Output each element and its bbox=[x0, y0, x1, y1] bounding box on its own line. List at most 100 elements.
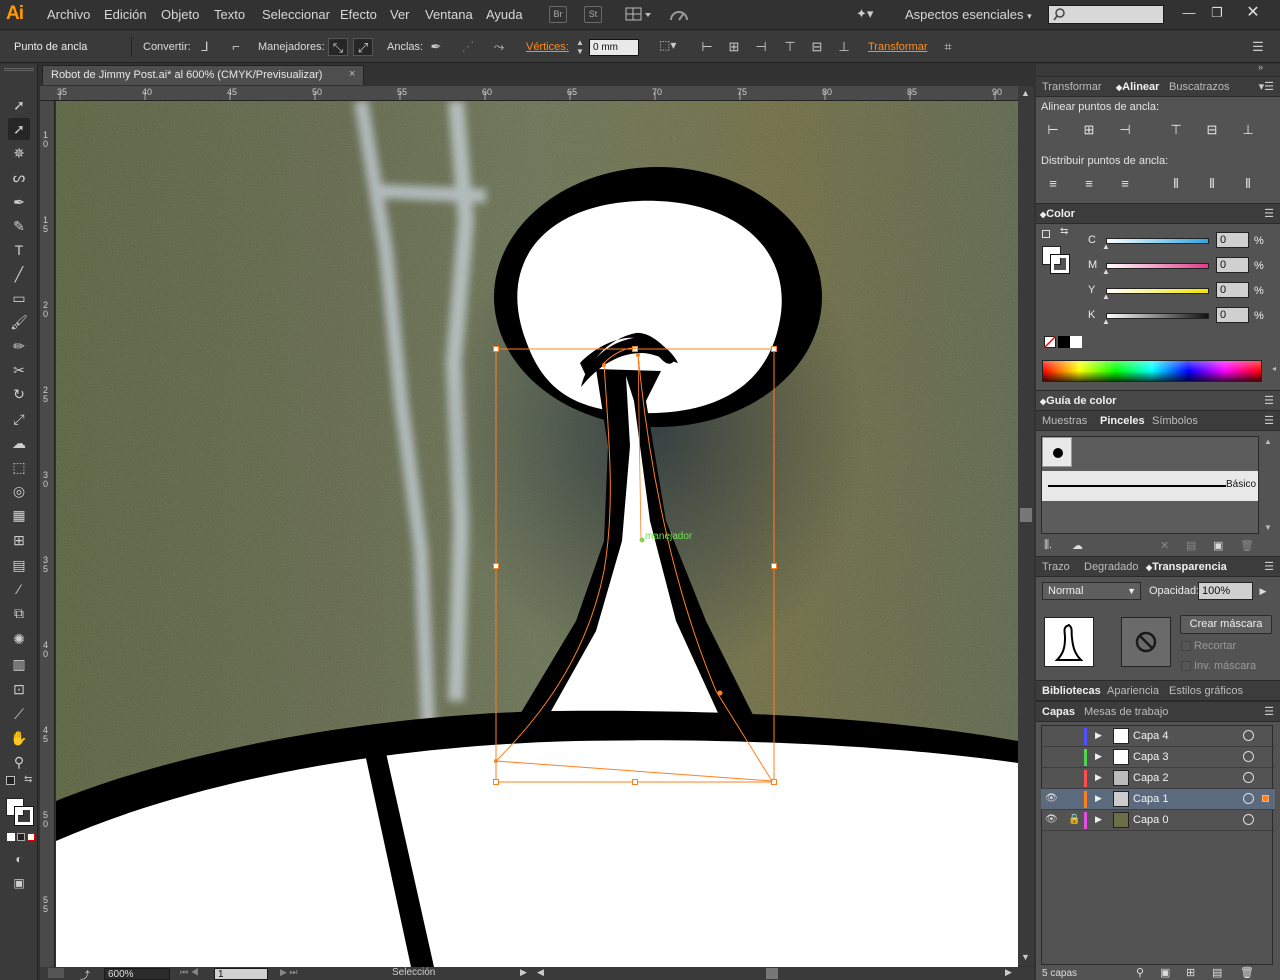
stock-button[interactable]: St bbox=[584, 6, 602, 23]
collapse-dock-icon[interactable]: » bbox=[1258, 62, 1263, 72]
make-mask-button[interactable]: Crear máscara bbox=[1180, 615, 1272, 634]
slice-tool-icon[interactable]: ⟋ bbox=[8, 703, 30, 725]
distribute-right-icon[interactable]: ⫴ bbox=[1239, 175, 1257, 193]
slider-handle-icon[interactable]: ▲ bbox=[1102, 292, 1110, 301]
vertices-label[interactable]: Vértices: bbox=[526, 41, 569, 53]
artboard-tool-icon[interactable]: ⊡ bbox=[8, 678, 30, 700]
cut-path-icon[interactable]: ⤳ bbox=[489, 38, 509, 56]
slider-handle-icon[interactable]: ▲ bbox=[1102, 317, 1110, 326]
menu-objeto[interactable]: Objeto bbox=[161, 7, 199, 22]
workspace-switcher[interactable]: Aspectos esenciales ▾ bbox=[905, 7, 1032, 22]
select-similar-icon[interactable]: ⬚▾ bbox=[659, 38, 683, 56]
magenta-input[interactable]: 0 bbox=[1216, 257, 1249, 273]
layer-name[interactable]: Capa 0 bbox=[1133, 814, 1168, 826]
eyedropper-tool-icon[interactable]: ⁄ bbox=[8, 578, 30, 600]
layer-name[interactable]: Capa 4 bbox=[1133, 730, 1168, 742]
artboard-number-field[interactable]: 1 bbox=[214, 968, 268, 980]
paintbrush-tool-icon[interactable]: 🖌 bbox=[8, 311, 30, 333]
column-graph-tool-icon[interactable]: ▥ bbox=[8, 653, 30, 675]
layer-target-icon[interactable] bbox=[1243, 772, 1254, 783]
layer-target-icon[interactable] bbox=[1243, 793, 1254, 804]
brush-scroll-down-icon[interactable]: ▼ bbox=[1264, 523, 1272, 532]
delete-layer-icon[interactable]: 🗑 bbox=[1240, 966, 1254, 979]
none-mode-icon[interactable] bbox=[27, 833, 35, 841]
color-spectrum[interactable] bbox=[1042, 360, 1262, 382]
panel-grip[interactable] bbox=[4, 68, 34, 71]
align-vcenter-icon[interactable]: ⊟ bbox=[807, 38, 827, 56]
document-tab[interactable]: Robot de Jimmy Post.ai* al 600% (CMYK/Pr… bbox=[42, 65, 364, 85]
pencil-tool-icon[interactable]: ✏ bbox=[8, 335, 30, 357]
layer-row[interactable]: ▶ Capa 2 bbox=[1041, 768, 1275, 789]
scroll-up-icon[interactable]: ▲ bbox=[1021, 88, 1030, 98]
control-menu-icon[interactable]: ☰ bbox=[1248, 38, 1268, 56]
expand-layer-icon[interactable]: ▶ bbox=[1095, 772, 1102, 783]
menu-ventana[interactable]: Ventana bbox=[425, 7, 473, 22]
bridge-button[interactable]: Br bbox=[549, 6, 567, 23]
tab-estilos-graficos[interactable]: Estilos gráficos bbox=[1169, 685, 1243, 697]
swap-colors-icon[interactable]: ⇆ bbox=[24, 774, 32, 785]
screen-mode-icon[interactable]: ▣ bbox=[8, 872, 30, 894]
zoom-level-field[interactable]: 600% bbox=[104, 968, 170, 980]
object-thumbnail[interactable] bbox=[1044, 617, 1094, 667]
scroll-right-icon[interactable]: ▶ bbox=[1005, 967, 1012, 978]
menu-efecto[interactable]: Efecto bbox=[340, 7, 377, 22]
tab-color[interactable]: ◆Color bbox=[1040, 208, 1075, 220]
shape-builder-tool-icon[interactable]: ◎ bbox=[8, 480, 30, 502]
brush-calligraphic[interactable] bbox=[1042, 437, 1072, 467]
layer-target-icon[interactable] bbox=[1243, 751, 1254, 762]
tab-mesas-de-trabajo[interactable]: Mesas de trabajo bbox=[1084, 706, 1168, 718]
layer-name[interactable]: Capa 2 bbox=[1133, 772, 1168, 784]
tab-trazo[interactable]: Trazo bbox=[1042, 561, 1070, 573]
lock-icon[interactable]: 🔒 bbox=[1068, 814, 1080, 825]
magenta-slider[interactable] bbox=[1106, 263, 1209, 269]
draw-mode-icon[interactable]: ◐ bbox=[8, 848, 30, 870]
convert-to-smooth-icon[interactable]: ⌐ bbox=[226, 38, 246, 56]
panel-menu-icon[interactable]: ☰ bbox=[1264, 414, 1274, 427]
color-mode-icon[interactable] bbox=[7, 833, 15, 841]
warp-tool-icon[interactable]: ☁ bbox=[8, 432, 30, 454]
brush-scroll-up-icon[interactable]: ▲ bbox=[1264, 437, 1272, 446]
blend-tool-icon[interactable]: ⧉ bbox=[8, 602, 30, 624]
default-fill-stroke-icon[interactable] bbox=[1042, 230, 1050, 238]
transform-link[interactable]: Transformar bbox=[868, 41, 928, 53]
expand-layer-icon[interactable]: ▶ bbox=[1095, 730, 1102, 741]
none-swatch[interactable] bbox=[1044, 336, 1056, 348]
sync-settings-icon[interactable]: ✦▾ bbox=[856, 6, 880, 24]
menu-archivo[interactable]: Archivo bbox=[47, 7, 90, 22]
mask-thumbnail[interactable] bbox=[1121, 617, 1171, 667]
expand-layer-icon[interactable]: ▶ bbox=[1095, 751, 1102, 762]
slider-handle-icon[interactable]: ▲ bbox=[1102, 242, 1110, 251]
vertices-input[interactable]: 0 mm bbox=[589, 39, 639, 56]
remove-anchor-icon[interactable]: ✒ bbox=[426, 38, 446, 56]
close-document-icon[interactable]: × bbox=[349, 68, 355, 80]
visibility-eye-icon[interactable]: 👁 bbox=[1045, 814, 1058, 825]
brush-options-icon[interactable]: ▤ bbox=[1186, 539, 1196, 552]
blend-mode-select[interactable]: Normal ▼ bbox=[1042, 582, 1141, 600]
tab-degradado[interactable]: Degradado bbox=[1084, 561, 1138, 573]
symbol-sprayer-tool-icon[interactable]: ✺ bbox=[8, 628, 30, 650]
clip-checkbox[interactable] bbox=[1181, 641, 1191, 651]
tab-color-guide[interactable]: ◆Guía de color bbox=[1040, 395, 1116, 407]
vertical-scrollbar[interactable]: ▲ ▼ bbox=[1018, 86, 1034, 966]
pen-tool-icon[interactable]: ✒ bbox=[8, 191, 30, 213]
spectrum-arrow-icon[interactable]: ◂ bbox=[1272, 364, 1276, 373]
new-brush-icon[interactable]: ▣ bbox=[1213, 539, 1223, 552]
align-hcenters-icon[interactable]: ⊞ bbox=[1080, 121, 1098, 139]
artboard-canvas[interactable]: manejador bbox=[56, 101, 1018, 967]
hand-tool-icon[interactable]: ✋ bbox=[8, 727, 30, 749]
free-transform-tool-icon[interactable]: ⬚ bbox=[8, 456, 30, 478]
scroll-left-icon[interactable]: ◀ bbox=[537, 967, 544, 978]
connect-endpoints-icon[interactable]: ⋰ bbox=[458, 38, 478, 56]
menu-texto[interactable]: Texto bbox=[214, 7, 245, 22]
menu-seleccionar[interactable]: Seleccionar bbox=[262, 7, 330, 22]
align-bottom-icon[interactable]: ⊥ bbox=[834, 38, 854, 56]
layer-row[interactable]: ▶ Capa 4 bbox=[1041, 726, 1275, 747]
status-menu-icon[interactable]: ▶ bbox=[520, 967, 527, 978]
show-handles-icon[interactable]: ⤡ bbox=[328, 38, 348, 56]
menu-ayuda[interactable]: Ayuda bbox=[486, 7, 523, 22]
layer-target-icon[interactable] bbox=[1243, 814, 1254, 825]
panel-menu-icon[interactable]: ☰ bbox=[1264, 705, 1274, 718]
convert-to-corner-icon[interactable]: ⅃ bbox=[195, 38, 215, 56]
align-top-edges-icon[interactable]: ⊤ bbox=[1167, 121, 1185, 139]
selection-indicator[interactable] bbox=[1262, 795, 1269, 802]
